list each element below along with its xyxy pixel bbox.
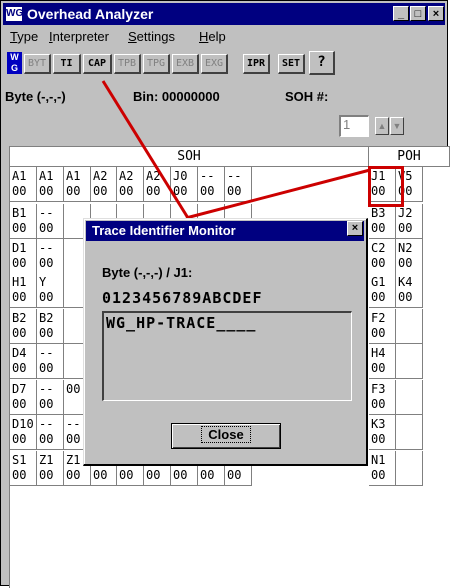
dialog-close-button[interactable]: Close [171, 423, 281, 449]
trace-value-box: WG_HP-TRACE____ [102, 311, 352, 401]
ti-pointer-line [101, 80, 190, 219]
dialog-index-row: 0123456789ABCDEF [102, 289, 263, 307]
dialog-byte-label: Byte (-,-,-) / J1: [102, 265, 193, 280]
dialog-close-icon[interactable]: × [347, 221, 363, 236]
trace-identifier-dialog: Trace Identifier Monitor × Byte (-,-,-) … [83, 218, 368, 466]
j1-pointer-line [185, 168, 371, 220]
dialog-title[interactable]: Trace Identifier Monitor [86, 221, 364, 241]
